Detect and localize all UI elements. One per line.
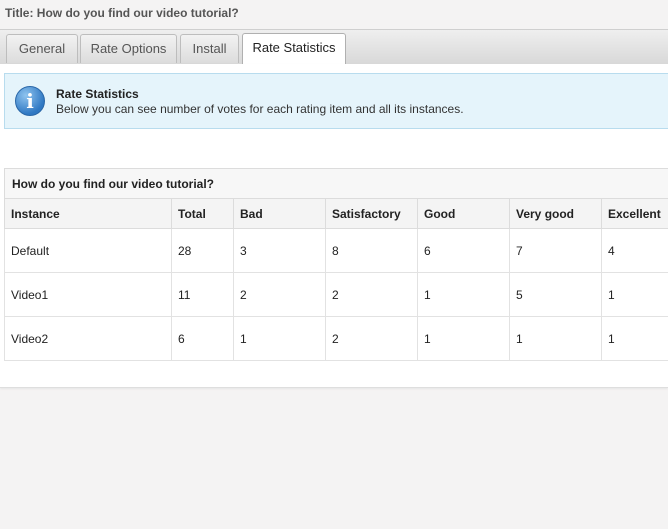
column-header-excellent[interactable]: Excellent <box>601 198 668 229</box>
column-header-total[interactable]: Total <box>171 198 234 229</box>
table-cell: 11 <box>171 272 234 317</box>
table-cell: 1 <box>601 272 668 317</box>
table-cell: 8 <box>325 228 418 273</box>
column-header-good[interactable]: Good <box>417 198 510 229</box>
table-cell: 7 <box>509 228 602 273</box>
tab-rate-statistics[interactable]: Rate Statistics <box>242 33 346 64</box>
tab-general[interactable]: General <box>6 34 78 63</box>
table-cell: 1 <box>417 316 510 361</box>
tab-install[interactable]: Install <box>180 34 239 63</box>
table-cell: 5 <box>509 272 602 317</box>
table-cell: 2 <box>233 272 326 317</box>
column-header-very-good[interactable]: Very good <box>509 198 602 229</box>
column-header-bad[interactable]: Bad <box>233 198 326 229</box>
table-cell: Video1 <box>4 272 172 317</box>
table-row: Video1 11 2 2 1 5 1 <box>4 272 668 317</box>
table-cell: 2 <box>325 272 418 317</box>
content-panel: i Rate Statistics Below you can see numb… <box>0 64 668 388</box>
table-cell: 28 <box>171 228 234 273</box>
table-row: Default 28 3 8 6 7 4 <box>4 228 668 273</box>
info-text: Below you can see number of votes for ea… <box>56 102 464 116</box>
table-row: Video2 6 1 2 1 1 1 <box>4 316 668 361</box>
statistics-table: How do you find our video tutorial? Inst… <box>4 168 668 361</box>
info-icon: i <box>15 86 45 116</box>
column-header-satisfactory[interactable]: Satisfactory <box>325 198 418 229</box>
table-cell: Video2 <box>4 316 172 361</box>
table-caption: How do you find our video tutorial? <box>4 168 668 198</box>
page-title: Title: How do you find our video tutoria… <box>5 6 239 20</box>
table-cell: 6 <box>417 228 510 273</box>
table-header-row: Instance Total Bad Satisfactory Good Ver… <box>4 198 668 229</box>
table-cell: 1 <box>417 272 510 317</box>
info-box: i Rate Statistics Below you can see numb… <box>4 73 668 129</box>
table-cell: 6 <box>171 316 234 361</box>
table-cell: 4 <box>601 228 668 273</box>
table-cell: 3 <box>233 228 326 273</box>
table-cell: 2 <box>325 316 418 361</box>
tab-bar: General Rate Options Install Rate Statis… <box>0 29 668 65</box>
tab-rate-options[interactable]: Rate Options <box>80 34 177 63</box>
table-cell: 1 <box>509 316 602 361</box>
table-cell: Default <box>4 228 172 273</box>
table-cell: 1 <box>601 316 668 361</box>
table-cell: 1 <box>233 316 326 361</box>
info-title: Rate Statistics <box>56 87 139 101</box>
column-header-instance[interactable]: Instance <box>4 198 172 229</box>
